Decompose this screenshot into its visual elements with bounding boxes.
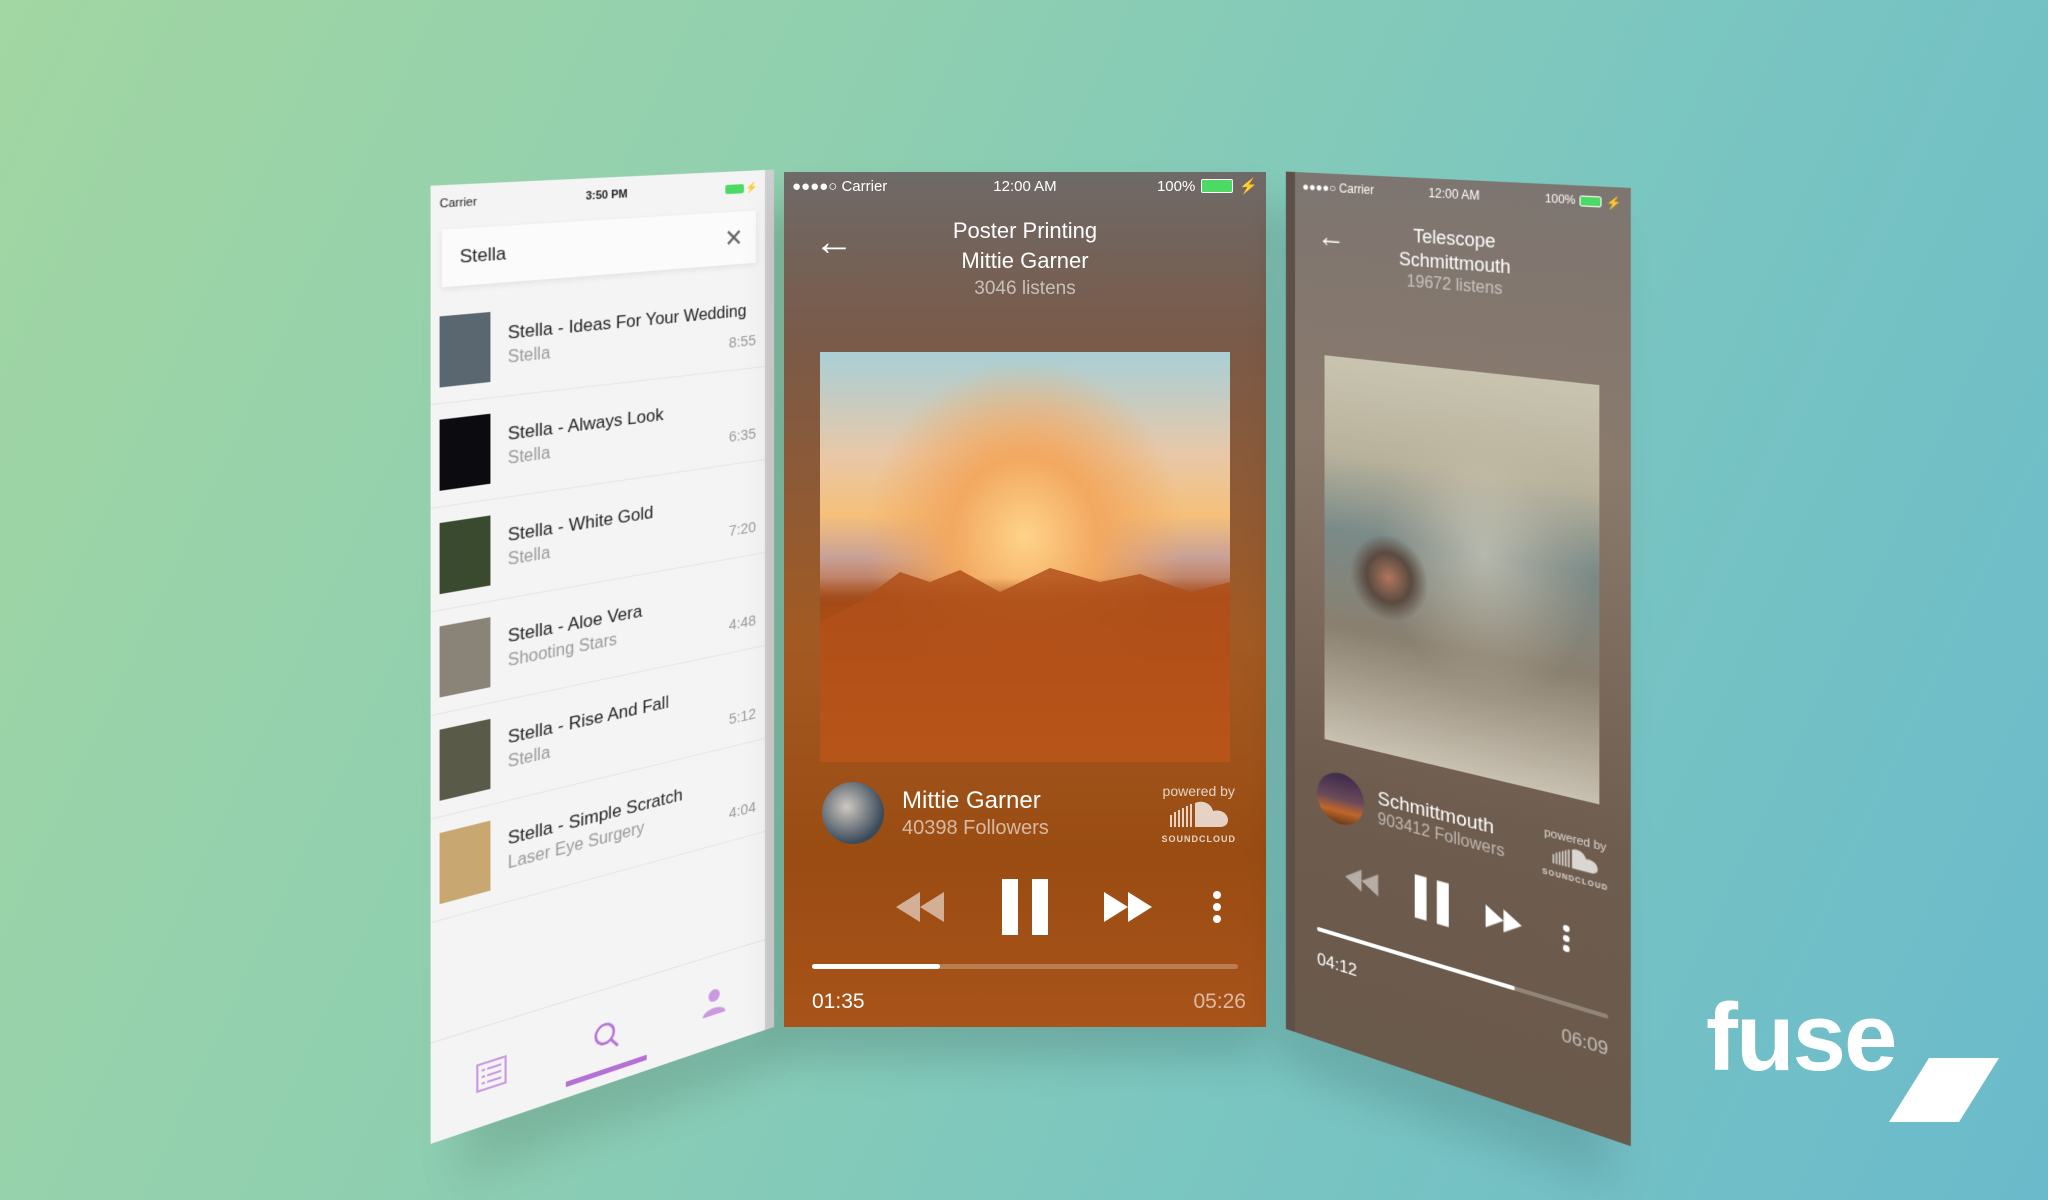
player-screen-secondary: ●●●●○ Carrier 12:00 AM 100% ⚡ ← Telescope… xyxy=(1295,172,1631,1147)
logo-text: fuse xyxy=(1706,984,1897,1091)
result-duration: 7:20 xyxy=(728,518,756,541)
back-arrow-icon[interactable]: ← xyxy=(1317,219,1345,255)
player-screen-main: ●●●●○ Carrier 12:00 AM 100% ⚡ ← Poster Pr… xyxy=(784,172,1266,1027)
more-options-icon[interactable] xyxy=(1562,923,1571,954)
track-artist: Mittie Garner xyxy=(961,248,1089,273)
fast-forward-icon[interactable] xyxy=(1485,902,1524,940)
results-list: Stella - Ideas For Your Wedding Stella 8:5… xyxy=(430,274,765,924)
artist-avatar[interactable] xyxy=(822,782,884,844)
artist-avatar[interactable] xyxy=(1317,767,1365,831)
album-art xyxy=(1324,355,1600,805)
soundcloud-badge[interactable]: powered by SOUNDCLOUD xyxy=(1162,783,1237,844)
track-title: Poster Printing xyxy=(952,218,1098,243)
album-art-mountains xyxy=(820,568,1230,762)
rewind-icon[interactable] xyxy=(896,890,946,924)
user-icon xyxy=(702,987,726,1019)
track-thumbnail xyxy=(439,311,491,388)
back-arrow-icon[interactable]: ← xyxy=(814,222,854,262)
soundcloud-badge[interactable]: powered by SOUNDCLOUD xyxy=(1542,826,1608,893)
close-icon[interactable]: ✕ xyxy=(724,223,743,254)
more-options-icon[interactable] xyxy=(1212,890,1222,924)
artist-name[interactable]: Mittie Garner xyxy=(902,787,1162,815)
track-header: ← Telescope Schmittmouth 19672 listens xyxy=(1295,200,1631,342)
search-bar: ✕ xyxy=(441,210,756,288)
time-row: 01:35 05:26 xyxy=(812,990,1246,1014)
result-duration: 8:55 xyxy=(728,331,756,352)
pause-icon[interactable] xyxy=(1414,873,1449,929)
result-duration: 4:48 xyxy=(728,611,756,635)
status-time: 3:50 PM xyxy=(585,187,628,203)
tab-list[interactable] xyxy=(447,1011,534,1138)
follower-count: 40398 Followers xyxy=(902,816,1049,839)
fuse-logo: fuse xyxy=(1706,984,2000,1122)
tab-search[interactable] xyxy=(566,977,647,1098)
artist-row: Mittie Garner 40398 Followers powered by… xyxy=(822,782,1236,844)
total-time: 05:26 xyxy=(1193,990,1246,1013)
list-icon xyxy=(475,1053,508,1094)
track-thumbnail xyxy=(439,820,491,905)
search-icon xyxy=(593,1016,621,1057)
track-thumbnail xyxy=(439,515,491,595)
status-bar: ●●●●○ Carrier 12:00 AM 100% ⚡ xyxy=(784,172,1266,200)
playback-controls xyxy=(784,872,1266,942)
powered-by-label: powered by xyxy=(1162,782,1235,799)
fast-forward-icon[interactable] xyxy=(1104,890,1154,924)
track-thumbnail xyxy=(439,617,491,698)
soundcloud-icon xyxy=(1169,801,1228,827)
showcase-stage: Carrier 3:50 PM ⚡ ✕ Stella - Ideas For Y… xyxy=(0,0,2048,1200)
listen-count: 3046 listens xyxy=(974,278,1076,299)
rewind-icon[interactable] xyxy=(1345,863,1379,899)
logo-parallelogram-icon xyxy=(1889,1058,2000,1122)
search-screen: Carrier 3:50 PM ⚡ ✕ Stella - Ideas For Y… xyxy=(430,170,765,1144)
track-header: ← Poster Printing Mittie Garner 3046 lis… xyxy=(784,200,1266,310)
pause-icon[interactable] xyxy=(1002,879,1048,935)
search-input[interactable] xyxy=(457,227,725,270)
soundcloud-label: SOUNDCLOUD xyxy=(1161,833,1236,844)
seek-bar-progress xyxy=(812,964,940,969)
result-duration: 6:35 xyxy=(728,425,756,447)
seek-bar[interactable] xyxy=(812,964,1238,969)
tab-bar xyxy=(430,939,765,1144)
tab-profile[interactable] xyxy=(676,944,751,1060)
elapsed-time: 01:35 xyxy=(812,990,865,1013)
total-time: 06:09 xyxy=(1561,1024,1609,1060)
track-thumbnail xyxy=(439,718,491,801)
elapsed-time: 04:12 xyxy=(1317,948,1358,981)
track-thumbnail xyxy=(439,413,491,491)
status-time: 12:00 AM xyxy=(993,177,1057,195)
